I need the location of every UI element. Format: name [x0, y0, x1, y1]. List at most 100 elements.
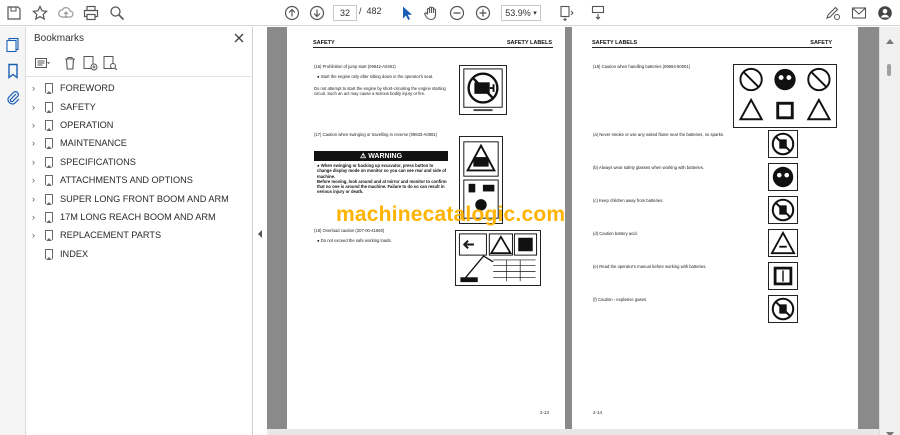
bookmarks-panel-icon[interactable] — [3, 61, 23, 81]
previous-page-icon[interactable] — [282, 3, 302, 23]
page-fit-icon[interactable] — [556, 3, 576, 23]
bookmark-icon — [45, 101, 53, 113]
page-separator: / — [359, 6, 362, 16]
hand-tool-icon[interactable] — [421, 3, 441, 23]
item-18-title: (18) Overload caution (207-00-41660) — [314, 228, 385, 233]
battery-item-text: (f) Caution - explosive gases. — [593, 297, 648, 302]
bookmark-item[interactable]: › SPECIFICATIONS — [26, 153, 253, 171]
pdf-page-right: SAFETY LABELS SAFETY (19) Caution when h… — [572, 27, 858, 429]
print-icon[interactable] — [81, 3, 101, 23]
battery-item-text: (b) Always wear safety glasses when work… — [593, 165, 705, 170]
bookmark-label: OPERATION — [60, 119, 114, 130]
bookmark-label: MAINTENANCE — [60, 138, 127, 149]
bookmark-item[interactable]: › MAINTENANCE — [26, 134, 253, 152]
bookmark-item[interactable]: › 17M LONG REACH BOOM AND ARM — [26, 208, 253, 226]
battery-caution-label-image — [733, 64, 837, 128]
attachments-paperclip-icon[interactable] — [3, 87, 23, 107]
item-15-bullet: ● Start the engine only after sitting do… — [317, 74, 434, 79]
scroll-mode-icon[interactable] — [588, 3, 608, 23]
battery-item-text: (a) Never smoke or use any naked flame n… — [593, 132, 725, 137]
bookmark-item[interactable]: ›INDEX — [26, 245, 253, 263]
warning-bullet-1: ● When swinging or backing up excavator,… — [317, 163, 447, 179]
zoom-in-icon[interactable] — [473, 3, 493, 23]
page-thumbnails-icon[interactable] — [3, 35, 23, 55]
bookmark-icon — [45, 138, 53, 150]
bookmark-icon — [45, 175, 53, 187]
item-15-bullet-text: Start the engine only after sitting down… — [320, 74, 434, 79]
scroll-up-icon[interactable] — [886, 31, 894, 44]
pdf-page-left: SAFETY SAFETY LABELS (15) Prohibition of… — [287, 27, 565, 429]
warning-banner: ⚠ WARNING — [314, 151, 448, 161]
chevron-right-icon[interactable]: › — [32, 212, 40, 222]
bookmark-item[interactable]: › ATTACHMENTS AND OPTIONS — [26, 171, 253, 189]
bookmark-icon — [45, 248, 53, 260]
zoom-out-icon[interactable] — [447, 3, 467, 23]
keep-children-away-icon — [768, 196, 798, 224]
page-number-input[interactable]: 32 — [333, 5, 357, 21]
divider — [313, 47, 553, 48]
bookmark-star-icon[interactable] — [30, 3, 50, 23]
bookmark-label: FOREWORD — [60, 83, 115, 94]
chevron-right-icon[interactable]: › — [32, 194, 40, 204]
divider — [592, 47, 832, 48]
bookmark-label: ATTACHMENTS AND OPTIONS — [60, 175, 193, 186]
save-icon[interactable] — [4, 3, 24, 23]
scroll-down-icon[interactable] — [886, 425, 894, 435]
zoom-search-icon[interactable] — [107, 3, 127, 23]
bookmark-label: 17M LONG REACH BOOM AND ARM — [60, 211, 216, 222]
chevron-right-icon[interactable]: › — [32, 102, 40, 112]
select-cursor-icon[interactable] — [397, 3, 417, 23]
next-page-icon[interactable] — [307, 3, 327, 23]
zoom-level-input[interactable]: 53.9% ▾ — [501, 5, 541, 21]
battery-item-text: (e) Read the operator's manual before wo… — [593, 264, 707, 269]
read-manual-icon — [768, 262, 798, 290]
bookmark-label: SAFETY — [60, 101, 96, 112]
bookmarks-panel: Bookmarks › FOREWORD › SAFETY › OPERATION › MAI… — [26, 27, 253, 435]
options-menu-icon[interactable] — [34, 54, 50, 72]
document-view[interactable]: SAFETY SAFETY LABELS (15) Prohibition of… — [267, 27, 879, 429]
bookmark-item[interactable]: › OPERATION — [26, 116, 253, 134]
bookmarks-toolbar — [34, 54, 244, 72]
bookmark-item[interactable]: › FOREWORD — [26, 79, 253, 97]
page-total: / 482 — [359, 6, 382, 16]
divider — [26, 76, 253, 77]
chevron-right-icon[interactable]: › — [32, 175, 40, 185]
bookmark-icon — [45, 230, 53, 242]
page-number-footer: 2-14 — [593, 410, 603, 415]
item-18-bullet-text: Do not exceed the safe working loads. — [320, 238, 392, 243]
chevron-right-icon[interactable]: › — [32, 230, 40, 240]
page-header-left: SAFETY — [313, 40, 335, 46]
email-icon[interactable] — [849, 3, 869, 23]
find-bookmark-icon[interactable] — [102, 54, 118, 72]
bookmark-icon — [45, 156, 53, 168]
bookmark-label: SUPER LONG FRONT BOOM AND ARM — [60, 193, 229, 204]
bookmark-label: INDEX — [60, 248, 89, 259]
chevron-right-icon[interactable]: › — [32, 120, 40, 130]
account-icon[interactable] — [875, 3, 895, 23]
bookmark-icon — [45, 83, 53, 95]
acid-caution-icon — [768, 229, 798, 257]
vertical-scrollbar[interactable] — [879, 27, 900, 435]
add-bookmark-icon[interactable] — [82, 54, 98, 72]
battery-item-text: (d) Caution battery acid. — [593, 231, 638, 236]
close-icon[interactable] — [232, 31, 246, 45]
bookmark-item[interactable]: › REPLACEMENT PARTS — [26, 226, 253, 244]
item-18-bullet: ● Do not exceed the safe working loads. — [317, 238, 392, 243]
sign-pen-icon[interactable] — [823, 3, 843, 23]
page-number-footer: 2-13 — [540, 410, 550, 415]
horizontal-scrollbar[interactable] — [267, 429, 879, 435]
page-header-left: SAFETY LABELS — [592, 40, 638, 46]
delete-trash-icon[interactable] — [62, 54, 78, 72]
pdf-viewer-window: 32 / 482 53.9% ▾ Bookmarks › FOREWORD › … — [0, 0, 900, 435]
scroll-thumb[interactable] — [887, 64, 891, 76]
collapse-pane-icon[interactable] — [257, 225, 263, 238]
no-jump-start-label-image — [459, 65, 507, 115]
upload-cloud-icon[interactable] — [56, 3, 76, 23]
chevron-down-icon[interactable]: ▾ — [533, 9, 537, 17]
bookmark-item[interactable]: › SAFETY — [26, 97, 253, 115]
bookmark-item[interactable]: › SUPER LONG FRONT BOOM AND ARM — [26, 189, 253, 207]
page-header-right: SAFETY LABELS — [506, 40, 552, 46]
chevron-right-icon[interactable]: › — [32, 83, 40, 93]
chevron-right-icon[interactable]: › — [32, 157, 40, 167]
chevron-right-icon[interactable]: › — [32, 138, 40, 148]
